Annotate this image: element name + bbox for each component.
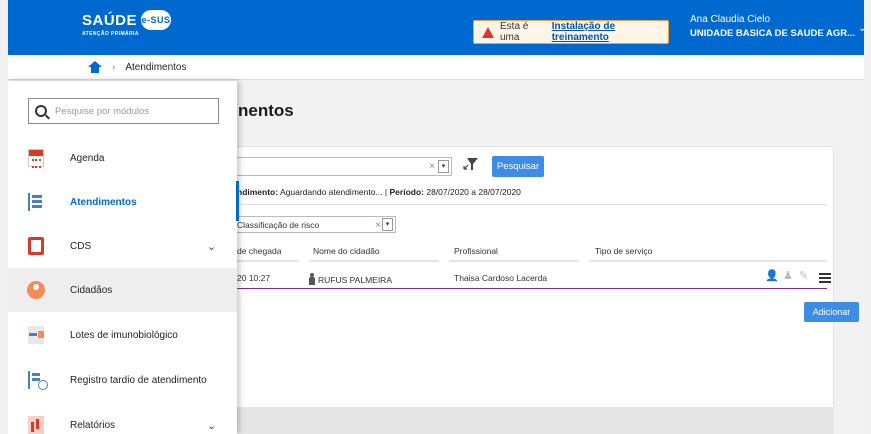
nav-item-agenda[interactable]: Agenda: [8, 136, 237, 180]
risk-placeholder: Classificação de risco: [237, 220, 320, 230]
attend-icon[interactable]: 👤: [765, 269, 779, 282]
dropdown-icon[interactable]: ▾: [382, 218, 393, 231]
module-search-placeholder: Pesquise por módulos: [55, 105, 149, 117]
nav-label: Cidadãos: [70, 284, 113, 296]
vaccine-icon[interactable]: ✎: [799, 269, 808, 282]
chevron-down-icon[interactable]: ⌄: [207, 419, 216, 432]
header-arrival[interactable]: de chegada: [237, 246, 281, 256]
app-frame: SAÚDE e-SUS ATENÇÃO PRIMÁRIA Esta é uma …: [8, 0, 864, 434]
nav-item-atendimentos[interactable]: Atendimentos: [8, 180, 237, 224]
module-search-input[interactable]: Pesquise por módulos: [28, 98, 219, 124]
divider: [229, 204, 827, 205]
training-banner: Esta é uma Instalação de treinamento: [473, 20, 669, 44]
period-label: Período:: [389, 187, 424, 197]
attendance-icon: [28, 193, 44, 211]
bottom-section: [228, 407, 834, 434]
filter-summary: ndimento: Aguardando atendimento... | Pe…: [237, 187, 521, 197]
arrival-time: 20 10:27: [237, 273, 271, 283]
logo-subtitle: ATENÇÃO PRIMÁRIA: [82, 31, 139, 37]
module-drawer: Pesquise por módulos Agenda Atendimentos…: [8, 81, 237, 434]
professional-name: Thaisa Cardoso Lacerda: [454, 273, 548, 283]
search-icon: [35, 105, 47, 117]
chevron-down-icon[interactable]: ⌄: [207, 240, 216, 253]
clear-icon[interactable]: ×: [429, 161, 435, 172]
nav-label: Atendimentos: [70, 196, 137, 208]
esus-logo[interactable]: SAÚDE e-SUS ATENÇÃO PRIMÁRIA: [82, 10, 172, 37]
user-menu[interactable]: Ana Claudia Cielo UNIDADE BASICA DE SAUD…: [690, 14, 855, 39]
nav-item-cidadaos[interactable]: Cidadãos: [8, 268, 237, 312]
filter-icon[interactable]: [462, 155, 480, 173]
training-link[interactable]: Instalação de treinamento: [552, 21, 668, 43]
late-record-icon: [28, 371, 48, 390]
nav-item-cds[interactable]: CDS ⌄: [8, 224, 237, 268]
header-citizen[interactable]: Nome do cidadão: [313, 246, 380, 256]
user-name: Ana Claudia Cielo: [690, 14, 771, 25]
nav-label: Registro tardio de atendimento: [70, 374, 207, 386]
chevron-down-icon[interactable]: ⌄: [858, 23, 864, 34]
status-label: ndimento:: [237, 187, 279, 197]
search-button[interactable]: Pesquisar: [492, 156, 544, 177]
nav-item-registro-tardio[interactable]: Registro tardio de atendimento: [8, 358, 237, 402]
logo-text: SAÚDE: [82, 11, 138, 29]
header-professional[interactable]: Profissional: [454, 246, 498, 256]
breadcrumb-current: Atendimentos: [125, 61, 187, 73]
breadcrumb: › Atendimentos: [8, 55, 864, 80]
risk-classification-select[interactable]: Classificação de risco × ▾: [234, 216, 396, 233]
cds-icon: [28, 237, 44, 255]
person-icon: [309, 273, 315, 285]
citizen-icon: [27, 281, 45, 299]
citizen-search-input[interactable]: × ▾: [229, 157, 452, 176]
page-title: nentos: [238, 101, 294, 120]
home-icon[interactable]: [88, 61, 102, 73]
nav-label: Lotes de imunobiológico: [70, 329, 178, 341]
status-value: Aguardando atendimento...: [279, 187, 383, 197]
breadcrumb-separator: ›: [112, 61, 116, 73]
active-indicator: [236, 181, 239, 221]
doctor-icon[interactable]: ♟: [783, 269, 793, 282]
warning-icon: [482, 26, 494, 38]
attendance-card: × ▾ Pesquisar ndimento: Aguardando atend…: [228, 146, 834, 411]
nav-item-lotes[interactable]: Lotes de imunobiológico: [8, 313, 237, 357]
top-bar: SAÚDE e-SUS ATENÇÃO PRIMÁRIA Esta é uma …: [8, 0, 864, 55]
calendar-icon: [28, 149, 44, 168]
header-service[interactable]: Tipo de serviço: [595, 246, 652, 256]
add-button[interactable]: Adicionar: [804, 302, 859, 322]
nav-label: Relatórios: [70, 419, 116, 431]
vaccine-lot-icon: [28, 326, 44, 344]
citizen-name: RUFUS PALMEIRA: [309, 273, 392, 285]
nav-item-relatorios[interactable]: Relatórios ⌄: [8, 403, 237, 434]
reports-icon: [28, 416, 44, 434]
more-options-icon[interactable]: [819, 273, 831, 283]
nav-label: CDS: [70, 240, 92, 252]
nav-label: Agenda: [70, 152, 105, 164]
training-text: Esta é uma: [500, 21, 529, 43]
clear-icon[interactable]: ×: [375, 218, 381, 234]
row-underline: [229, 288, 827, 289]
dropdown-icon[interactable]: ▾: [438, 160, 449, 173]
period-value: 28/07/2020 a 28/07/2020: [426, 187, 521, 197]
user-unit: UNIDADE BASICA DE SAUDE AGR...: [690, 28, 856, 39]
esus-badge: e-SUS: [141, 10, 172, 30]
